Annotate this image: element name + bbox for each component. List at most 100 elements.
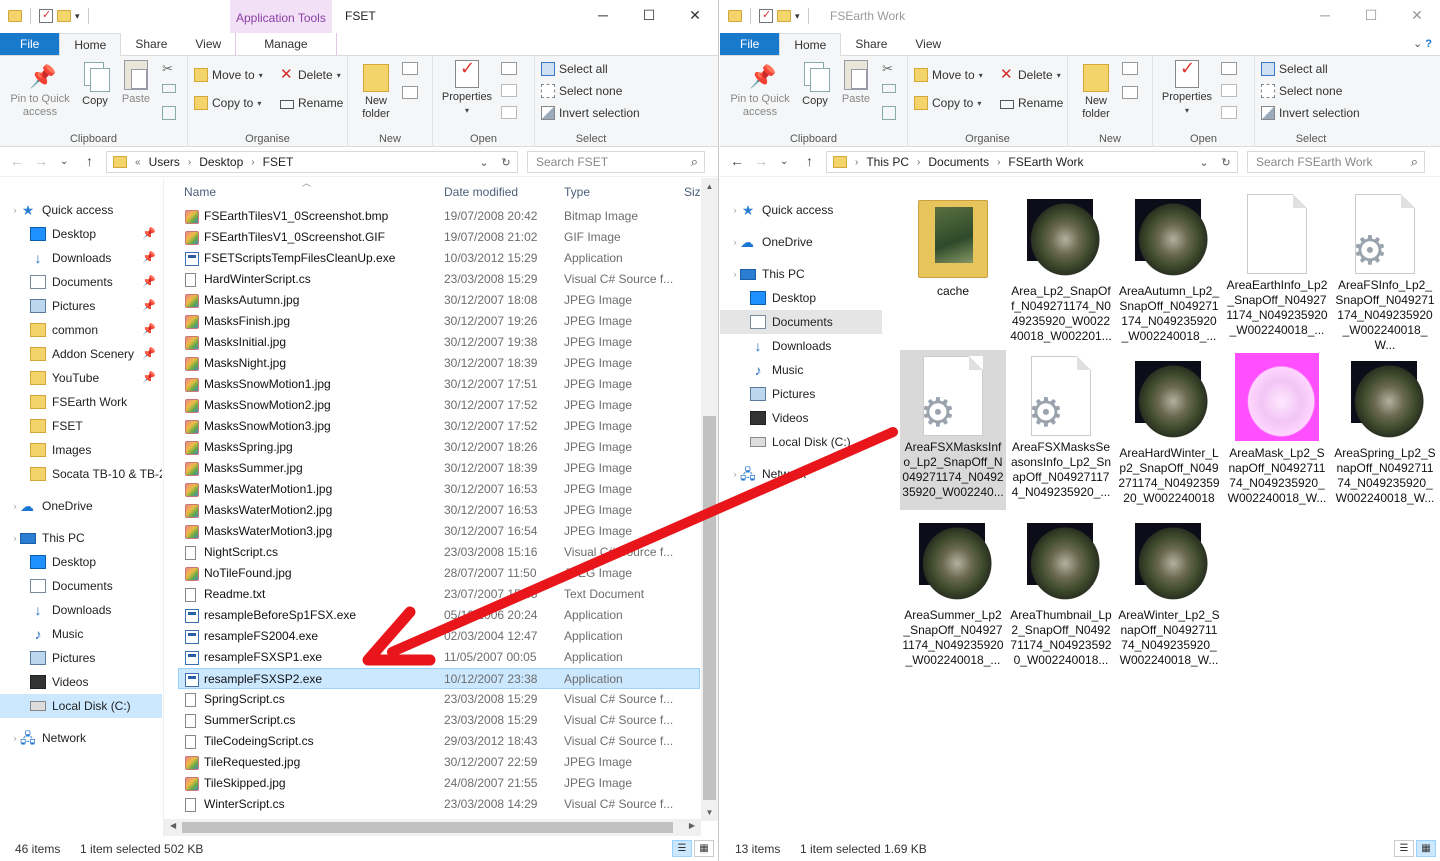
expand-icon[interactable]: ›	[730, 462, 740, 486]
breadcrumb-fsearth-work[interactable]: FSEarth Work	[1008, 155, 1083, 169]
nav-item-youtube[interactable]: YouTube 📌	[0, 366, 162, 390]
delete-button[interactable]: ✕ Delete ▾	[1000, 67, 1061, 82]
new-folder-button[interactable]: New folder	[1074, 60, 1118, 121]
close-icon[interactable]: ✕	[1394, 0, 1440, 30]
horizontal-scrollbar[interactable]: ◀ ▶	[164, 819, 701, 836]
file-row[interactable]: WinterScript.cs 23/03/2008 14:29 Visual C#…	[164, 794, 718, 815]
file-row[interactable]: MasksWaterMotion2.jpg 30/12/2007 16:53 JPE…	[164, 500, 718, 521]
breadcrumb-documents[interactable]: Documents	[928, 155, 989, 169]
nav-item-quick-access[interactable]: › ★ Quick access	[720, 198, 882, 222]
tab-home[interactable]: Home	[779, 33, 842, 57]
expand-icon[interactable]: ›	[730, 230, 740, 254]
file-row[interactable]: TileCodeingScript.cs 29/03/2012 18:43 Visu…	[164, 731, 718, 752]
nav-item-socata-tb-10-tb-2[interactable]: Socata TB-10 & TB-2	[0, 462, 162, 486]
cut-button[interactable]: ✂	[882, 62, 896, 76]
properties-icon[interactable]	[39, 8, 53, 23]
history-icon[interactable]	[501, 106, 517, 119]
search-icon[interactable]: ⌕	[691, 154, 698, 170]
expand-icon[interactable]: ›	[10, 726, 20, 750]
recent-locations-icon[interactable]: ⌄	[60, 156, 68, 167]
nav-item-downloads[interactable]: ↓ Downloads 📌	[0, 246, 162, 270]
breadcrumb-this-pc[interactable]: This PC	[866, 155, 909, 169]
nav-item-desktop[interactable]: Desktop	[0, 550, 162, 574]
new-folder-icon[interactable]	[57, 10, 71, 22]
vertical-scrollbar[interactable]: ▲ ▼	[701, 178, 718, 821]
file-row[interactable]: TileSkipped.jpg 24/08/2007 21:55 JPEG Imag…	[164, 773, 718, 794]
invert-selection-button[interactable]: Invert selection	[1261, 106, 1360, 120]
tab-file[interactable]: File	[720, 33, 780, 55]
forward-icon[interactable]: →	[34, 153, 48, 169]
easy-access-icon[interactable]	[1122, 86, 1138, 99]
select-none-button[interactable]: Select none	[1261, 84, 1342, 98]
address-box[interactable]: « Users › Desktop › FSET ⌄ ↻	[106, 151, 518, 173]
file-row[interactable]: NoTileFound.jpg 28/07/2007 11:50 JPEG Imag…	[164, 563, 718, 584]
scroll-thumb[interactable]	[182, 822, 673, 833]
large-icons-view-icon[interactable]: ▦	[1416, 840, 1436, 857]
minimize-icon[interactable]: ─	[580, 0, 626, 30]
cut-button[interactable]: ✂	[162, 62, 176, 76]
recent-locations-icon[interactable]: ⌄	[780, 156, 788, 167]
file-row[interactable]: MasksWaterMotion3.jpg 30/12/2007 16:54 JPE…	[164, 521, 718, 542]
new-item-icon[interactable]	[1122, 62, 1138, 75]
details-view-icon[interactable]: ☰	[1394, 840, 1414, 857]
history-icon[interactable]	[1221, 106, 1237, 119]
chevron-right-icon[interactable]: ›	[997, 157, 1000, 168]
nav-item-fset[interactable]: FSET	[0, 414, 162, 438]
large-icons-view-icon[interactable]: ▦	[694, 840, 714, 857]
tab-share[interactable]: Share	[841, 33, 901, 55]
file-row[interactable]: MasksFinish.jpg 30/12/2007 19:26 JPEG Imag…	[164, 311, 718, 332]
maximize-icon[interactable]: ☐	[1348, 0, 1394, 30]
nav-item-pictures[interactable]: Pictures	[0, 646, 162, 670]
tab-manage[interactable]: Manage	[235, 33, 337, 55]
up-icon[interactable]: ↑	[806, 153, 813, 169]
file-row[interactable]: FSETScriptsTempFilesCleanUp.exe 10/03/201…	[164, 248, 718, 269]
file-row[interactable]: resampleFSXSP2.exe 10/12/2007 23:38 Applic…	[178, 668, 700, 689]
nav-item-documents[interactable]: Documents 📌	[0, 270, 162, 294]
invert-selection-button[interactable]: Invert selection	[541, 106, 640, 120]
file-row[interactable]: MasksAutumn.jpg 30/12/2007 18:08 JPEG Imag…	[164, 290, 718, 311]
nav-item-desktop[interactable]: Desktop 📌	[0, 222, 162, 246]
file-tile[interactable]: AreaWinter_Lp2_SnapOff_N049271174_N04923…	[1116, 512, 1222, 672]
file-tile[interactable]: AreaThumbnail_Lp2_SnapOff_N049271174_N04…	[1008, 512, 1114, 672]
nav-item-onedrive[interactable]: › ☁ OneDrive	[720, 230, 882, 254]
file-row[interactable]: NightScript.cs 23/03/2008 15:16 Visual C# …	[164, 542, 718, 563]
nav-item-this-pc[interactable]: › This PC	[0, 526, 162, 550]
file-tile[interactable]: AreaSummer_Lp2_SnapOff_N049271174_N04923…	[900, 512, 1006, 672]
move-to-button[interactable]: Move to ▾	[914, 68, 983, 82]
customize-toolbar-icon[interactable]: ▾	[75, 11, 80, 22]
chevron-right-icon[interactable]: ›	[251, 157, 254, 168]
nav-item-videos[interactable]: Videos	[0, 670, 162, 694]
breadcrumb-users[interactable]: Users	[149, 155, 180, 169]
file-row[interactable]: TileRequested.jpg 30/12/2007 22:59 JPEG Im…	[164, 752, 718, 773]
search-input[interactable]: Search FSET ⌕	[527, 151, 705, 173]
new-item-icon[interactable]	[402, 62, 418, 75]
nav-item-desktop[interactable]: Desktop	[720, 286, 882, 310]
file-row[interactable]: MasksSnowMotion2.jpg 30/12/2007 17:52 JPEG…	[164, 395, 718, 416]
nav-item-onedrive[interactable]: › ☁ OneDrive	[0, 494, 162, 518]
expand-icon[interactable]: ›	[10, 494, 20, 518]
breadcrumb-desktop[interactable]: Desktop	[199, 155, 243, 169]
scroll-down-icon[interactable]: ▼	[701, 808, 718, 817]
nav-item-network[interactable]: › 🖧 Network	[0, 726, 162, 750]
chevron-right-icon[interactable]: ›	[917, 157, 920, 168]
column-name[interactable]: Name	[184, 185, 216, 199]
tab-view[interactable]: View	[181, 33, 235, 55]
file-row[interactable]: MasksSnowMotion3.jpg 30/12/2007 17:52 JPEG…	[164, 416, 718, 437]
open-icon[interactable]	[1221, 62, 1237, 75]
maximize-icon[interactable]: ☐	[626, 0, 672, 30]
nav-item-downloads[interactable]: ↓ Downloads	[0, 598, 162, 622]
nav-item-pictures[interactable]: Pictures	[720, 382, 882, 406]
nav-item-documents[interactable]: Documents	[720, 310, 882, 334]
paste-button[interactable]: Paste	[836, 60, 876, 106]
up-icon[interactable]: ↑	[86, 153, 93, 169]
properties-button[interactable]: Properties ▾	[439, 60, 495, 117]
nav-item-music[interactable]: ♪ Music	[720, 358, 882, 382]
file-row[interactable]: MasksSpring.jpg 30/12/2007 18:26 JPEG Imag…	[164, 437, 718, 458]
file-tile[interactable]: ⚙ AreaFSInfo_Lp2_SnapOff_N049271174_N0492…	[1332, 188, 1438, 352]
file-row[interactable]: Readme.txt 23/07/2007 15:35 Text Document	[164, 584, 718, 605]
paste-button[interactable]: Paste	[116, 60, 156, 106]
tab-share[interactable]: Share	[121, 33, 181, 55]
customize-toolbar-icon[interactable]: ▾	[795, 11, 800, 22]
edit-icon[interactable]	[501, 84, 517, 97]
file-row[interactable]: MasksWaterMotion1.jpg 30/12/2007 16:53 JPE…	[164, 479, 718, 500]
